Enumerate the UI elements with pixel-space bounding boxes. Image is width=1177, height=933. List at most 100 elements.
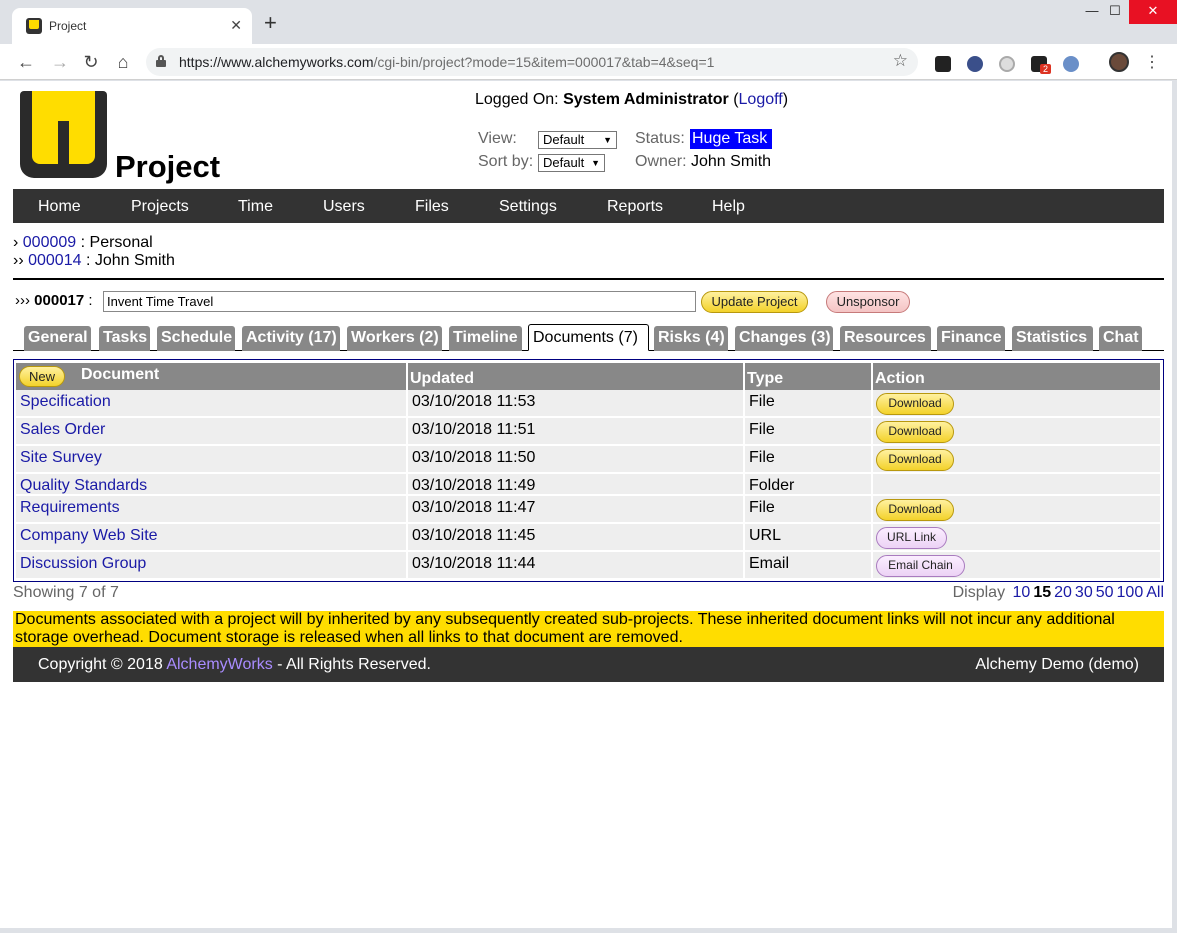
update-project-button[interactable]: Update Project bbox=[701, 291, 808, 313]
window-close-icon[interactable]: ✕ bbox=[1129, 0, 1177, 24]
table-cell-action: Download bbox=[873, 390, 1160, 416]
tab-activity[interactable]: Activity (17) bbox=[242, 326, 340, 351]
page-size-100[interactable]: 100 bbox=[1117, 584, 1144, 601]
breadcrumb-name: Personal bbox=[89, 234, 153, 251]
page-size-50[interactable]: 50 bbox=[1096, 584, 1114, 601]
header-action: Action bbox=[873, 363, 1160, 390]
tab-resources[interactable]: Resources bbox=[840, 326, 931, 351]
breadcrumb-link-000009[interactable]: 000009 bbox=[23, 234, 76, 251]
page-size-10[interactable]: 10 bbox=[1013, 584, 1031, 601]
document-link[interactable]: Requirements bbox=[20, 499, 120, 516]
header-updated: Updated bbox=[408, 363, 743, 390]
nav-users[interactable]: Users bbox=[323, 198, 365, 216]
nav-projects[interactable]: Projects bbox=[131, 198, 189, 216]
copyright-text: Copyright © 2018 bbox=[38, 656, 163, 673]
page-size-all[interactable]: All bbox=[1146, 584, 1164, 601]
table-cell-action: Email Chain bbox=[873, 552, 1160, 578]
grey-circle-extension-icon[interactable] bbox=[999, 56, 1015, 72]
logged-on-label: Logged On: bbox=[475, 91, 559, 108]
browser-tab-title: Project bbox=[49, 19, 87, 33]
view-select[interactable]: Default ▼ bbox=[538, 131, 617, 149]
table-cell-document: Sales Order bbox=[16, 418, 406, 444]
nav-home[interactable]: Home bbox=[38, 198, 81, 216]
table-cell-type: Folder bbox=[745, 474, 871, 494]
table-cell-document: Company Web Site bbox=[16, 524, 406, 550]
tab-tasks[interactable]: Tasks bbox=[99, 326, 150, 351]
document-link[interactable]: Quality Standards bbox=[20, 477, 147, 494]
alchemyworks-logo-icon[interactable] bbox=[20, 91, 107, 178]
table-cell-updated: 03/10/2018 11:53 bbox=[408, 390, 743, 416]
address-url[interactable]: https://www.alchemyworks.com/cgi-bin/pro… bbox=[179, 54, 714, 70]
company-link[interactable]: AlchemyWorks bbox=[166, 656, 272, 673]
download-button[interactable]: Download bbox=[876, 421, 954, 443]
download-button[interactable]: Download bbox=[876, 393, 954, 415]
browser-tabstrip: Project ✕ + — ☐ ✕ bbox=[0, 0, 1177, 44]
tab-workers[interactable]: Workers (2) bbox=[347, 326, 442, 351]
home-icon[interactable]: ⌂ bbox=[111, 50, 135, 74]
blackberry-extension-icon[interactable] bbox=[935, 56, 951, 72]
brand-title: Project bbox=[115, 149, 221, 184]
project-title-input[interactable] bbox=[103, 291, 696, 312]
tab-documents[interactable]: Documents (7) bbox=[528, 324, 649, 351]
document-link[interactable]: Discussion Group bbox=[20, 555, 146, 572]
dropdown-arrow-icon: ▼ bbox=[591, 158, 600, 168]
nav-help[interactable]: Help bbox=[712, 198, 745, 216]
page-size-20[interactable]: 20 bbox=[1054, 584, 1072, 601]
table-cell-action: Download bbox=[873, 496, 1160, 522]
back-arrow-icon[interactable]: ← bbox=[14, 50, 38, 74]
page-viewport: Project Logged On: System Administrator … bbox=[0, 81, 1172, 928]
browser-tab[interactable]: Project ✕ bbox=[12, 8, 252, 44]
tab-schedule[interactable]: Schedule bbox=[157, 326, 235, 351]
forward-arrow-icon[interactable]: → bbox=[48, 50, 72, 74]
nav-time[interactable]: Time bbox=[238, 198, 273, 216]
profile-avatar[interactable] bbox=[1109, 52, 1129, 72]
table-cell-action: Download bbox=[873, 446, 1160, 472]
owner-label: Owner: bbox=[635, 153, 687, 170]
new-tab-button[interactable]: + bbox=[264, 12, 277, 34]
header-document: New Document bbox=[16, 363, 406, 390]
tab-finance[interactable]: Finance bbox=[937, 326, 1005, 351]
close-tab-icon[interactable]: ✕ bbox=[230, 17, 242, 34]
download-button[interactable]: Download bbox=[876, 499, 954, 521]
unsponsor-button[interactable]: Unsponsor bbox=[826, 291, 910, 313]
project-tabs: General Tasks Schedule Activity (17) Wor… bbox=[13, 324, 1164, 351]
document-link[interactable]: Sales Order bbox=[20, 421, 105, 438]
tab-statistics[interactable]: Statistics bbox=[1012, 326, 1093, 351]
menu-kebab-icon[interactable]: ⋮ bbox=[1144, 52, 1160, 72]
new-document-button[interactable]: New bbox=[19, 366, 65, 387]
email-chain-button[interactable]: Email Chain bbox=[876, 555, 965, 577]
sort-select[interactable]: Default ▼ bbox=[538, 154, 605, 172]
tab-changes[interactable]: Changes (3) bbox=[735, 326, 833, 351]
breadcrumb: › 000009 : Personal bbox=[13, 234, 153, 251]
url-link-button[interactable]: URL Link bbox=[876, 527, 947, 549]
dropdown-arrow-icon: ▼ bbox=[603, 135, 612, 145]
table-cell-type: File bbox=[745, 418, 871, 444]
page-size-30[interactable]: 30 bbox=[1075, 584, 1093, 601]
project-id-line: ››› 000017 : bbox=[15, 292, 93, 309]
tab-general[interactable]: General bbox=[24, 326, 91, 351]
table-cell-updated: 03/10/2018 11:45 bbox=[408, 524, 743, 550]
globe-extension-icon[interactable] bbox=[1063, 56, 1079, 72]
rights-text: - All Rights Reserved. bbox=[277, 656, 431, 673]
edge-extension-icon[interactable] bbox=[967, 56, 983, 72]
logoff-link[interactable]: Logoff bbox=[739, 91, 783, 108]
address-bar[interactable]: https://www.alchemyworks.com/cgi-bin/pro… bbox=[146, 48, 918, 76]
nav-files[interactable]: Files bbox=[415, 198, 449, 216]
tab-risks[interactable]: Risks (4) bbox=[654, 326, 728, 351]
nav-reports[interactable]: Reports bbox=[607, 198, 663, 216]
download-button[interactable]: Download bbox=[876, 449, 954, 471]
document-link[interactable]: Site Survey bbox=[20, 449, 102, 466]
lock-icon bbox=[156, 55, 166, 67]
tab-timeline[interactable]: Timeline bbox=[449, 326, 522, 351]
page-size-15[interactable]: 15 bbox=[1033, 584, 1051, 601]
tab-chat[interactable]: Chat bbox=[1099, 326, 1142, 351]
documents-table: New Document Updated Type Action Specifi… bbox=[13, 359, 1164, 582]
nav-settings[interactable]: Settings bbox=[499, 198, 557, 216]
reload-icon[interactable]: ↻ bbox=[79, 50, 103, 74]
document-link[interactable]: Specification bbox=[20, 393, 111, 410]
breadcrumb-link-000014[interactable]: 000014 bbox=[28, 252, 81, 269]
table-cell-updated: 03/10/2018 11:51 bbox=[408, 418, 743, 444]
bookmark-star-icon[interactable]: ☆ bbox=[893, 51, 908, 71]
table-cell-type: URL bbox=[745, 524, 871, 550]
document-link[interactable]: Company Web Site bbox=[20, 527, 158, 544]
